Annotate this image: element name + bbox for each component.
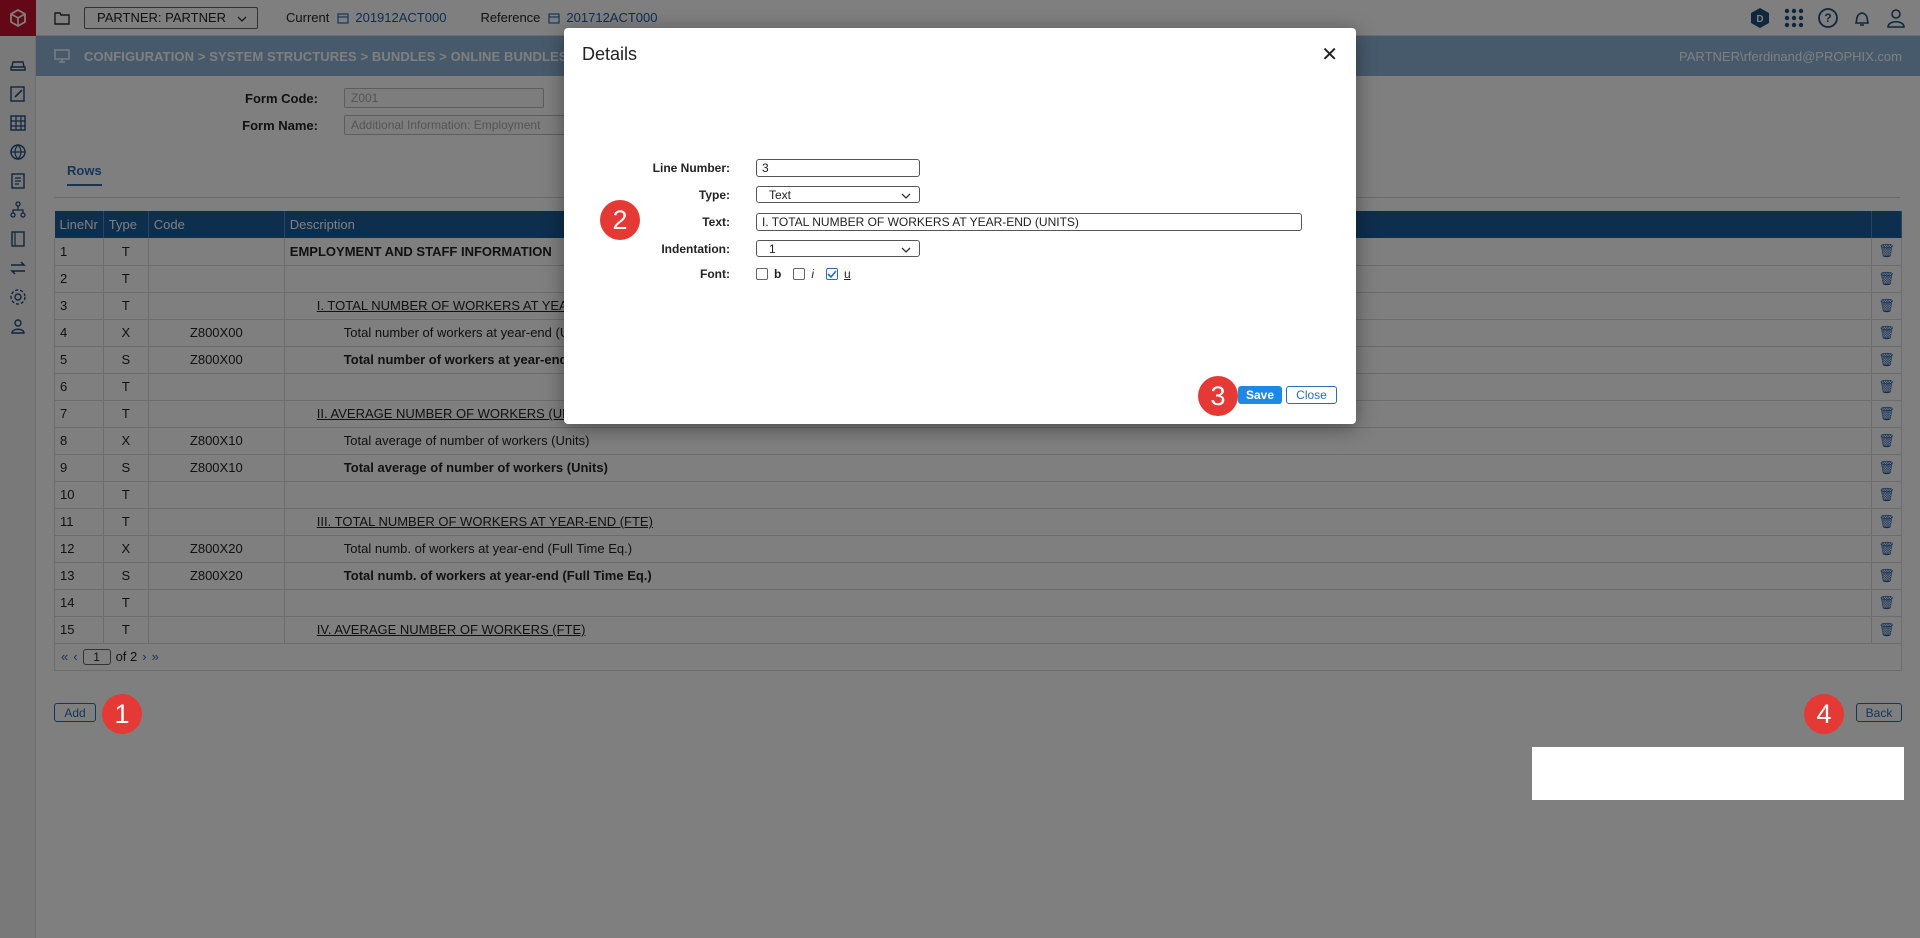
chevron-down-icon bbox=[901, 188, 911, 202]
bold-checkbox[interactable] bbox=[756, 268, 768, 280]
step-badge-4: 4 bbox=[1804, 694, 1844, 734]
step-badge-1: 1 bbox=[102, 694, 142, 734]
indentation-label: Indentation: bbox=[661, 241, 730, 256]
line-number-label: Line Number: bbox=[652, 161, 730, 175]
line-number-field[interactable]: 3 bbox=[756, 159, 920, 177]
bold-label: b bbox=[774, 267, 782, 281]
type-label: Type: bbox=[698, 187, 730, 202]
indentation-row: Indentation: 1 bbox=[564, 240, 920, 257]
step-badge-3: 3 bbox=[1198, 376, 1238, 416]
details-modal: Details ✕ Line Number: 3 Type: Text Text… bbox=[564, 28, 1356, 424]
blank-panel bbox=[1532, 747, 1904, 800]
italic-checkbox[interactable] bbox=[793, 268, 806, 280]
type-select-value: Text bbox=[769, 187, 792, 202]
text-label: Text: bbox=[702, 215, 730, 229]
chevron-down-icon bbox=[901, 242, 911, 256]
text-field[interactable]: I. TOTAL NUMBER OF WORKERS AT YEAR-END (… bbox=[756, 213, 1302, 231]
type-select[interactable]: Text bbox=[756, 186, 920, 203]
font-row: Font: b i u bbox=[564, 267, 863, 281]
indentation-select-value: 1 bbox=[769, 241, 776, 256]
italic-label: i bbox=[811, 267, 815, 281]
indentation-select[interactable]: 1 bbox=[756, 240, 920, 257]
modal-title: Details bbox=[582, 44, 638, 64]
close-icon[interactable]: ✕ bbox=[1321, 42, 1338, 67]
underline-checkbox[interactable] bbox=[826, 268, 839, 280]
line-number-row: Line Number: 3 bbox=[564, 159, 920, 177]
text-row: Text: I. TOTAL NUMBER OF WORKERS AT YEAR… bbox=[564, 213, 1302, 231]
font-italic-option[interactable]: i bbox=[793, 267, 814, 281]
font-bold-option[interactable]: b bbox=[756, 267, 781, 281]
font-label: Font: bbox=[700, 267, 730, 281]
close-button[interactable]: Close bbox=[1286, 386, 1337, 404]
save-button[interactable]: Save bbox=[1238, 386, 1282, 404]
underline-label: u bbox=[844, 267, 851, 281]
font-underline-option[interactable]: u bbox=[826, 267, 851, 281]
step-badge-2: 2 bbox=[600, 200, 640, 240]
